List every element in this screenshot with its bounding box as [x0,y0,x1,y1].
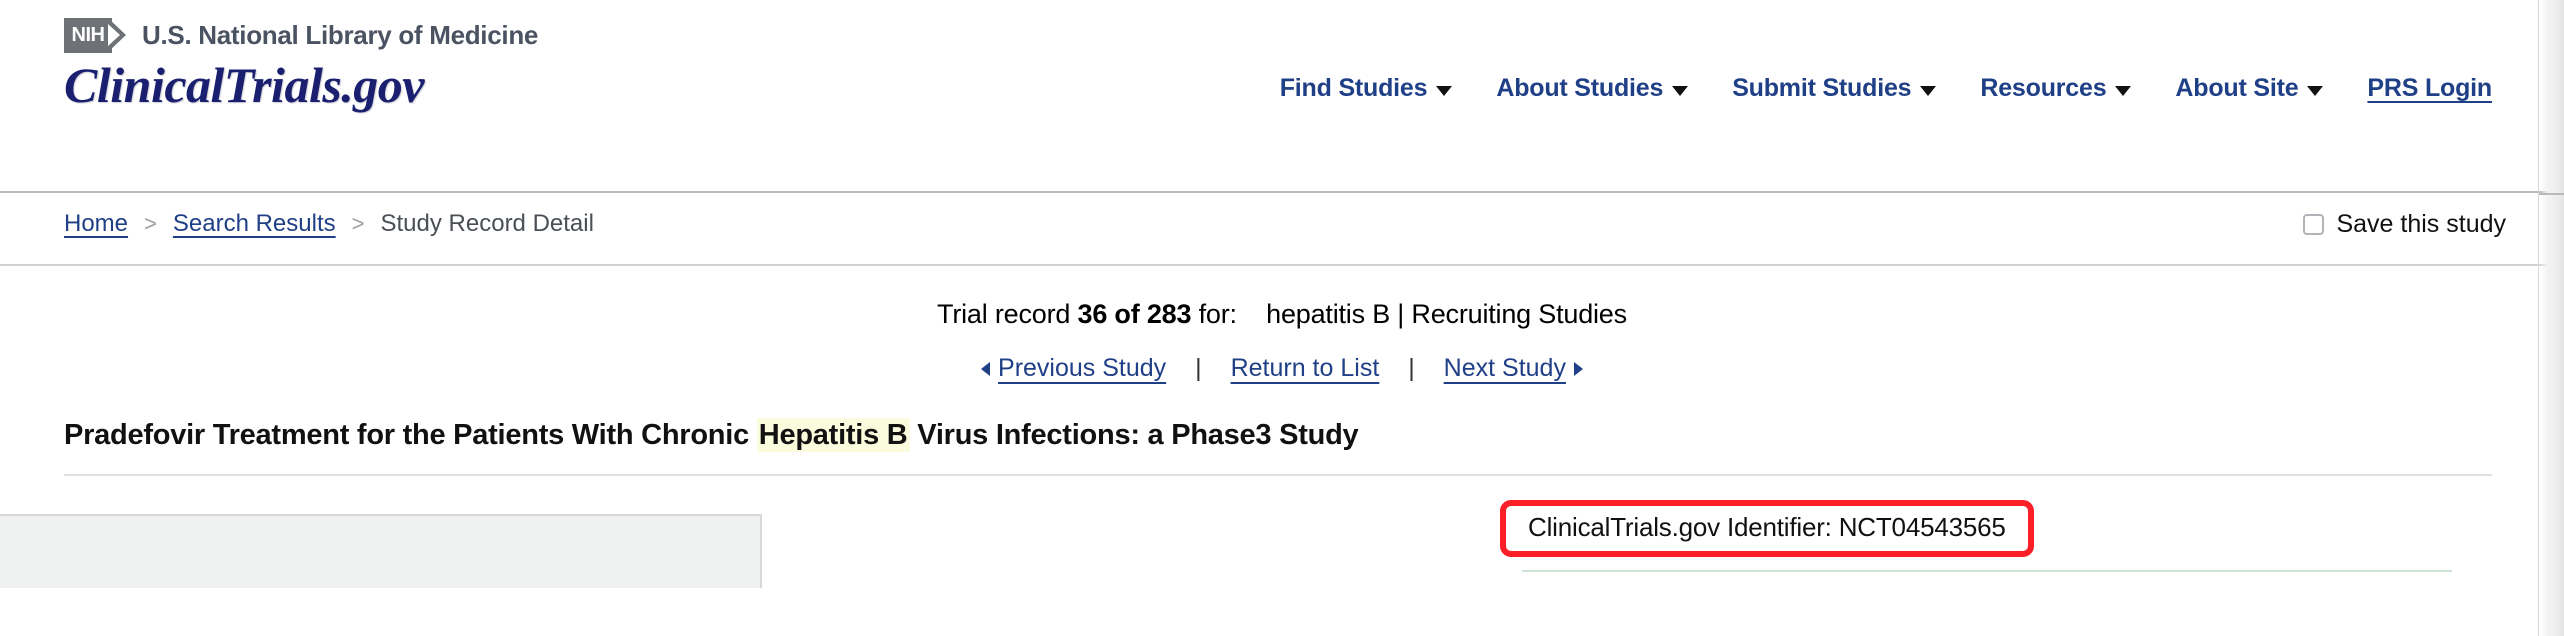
return-to-list-link[interactable]: Return to List [1231,354,1380,382]
record-prefix: Trial record [937,299,1071,329]
nav-separator: | [1408,354,1415,382]
breadcrumb-bar: Home > Search Results > Study Record Det… [0,193,2564,266]
study-title-part1: Pradefovir Treatment for the Patients Wi… [64,419,757,451]
nav-separator: | [1195,354,1202,382]
nih-logo-icon: NIH [64,17,126,53]
breadcrumb-separator: > [351,211,365,236]
nav-label-submit-studies: Submit Studies [1732,74,1912,102]
chevron-down-icon [1920,85,1937,96]
breadcrumb-separator: > [144,211,157,236]
title-divider [64,474,2492,476]
main-navigation: Find Studies About Studies Submit Studie… [1280,74,2492,103]
next-study-label: Next Study [1443,354,1566,382]
nav-item-find-studies[interactable]: Find Studies [1280,74,1453,103]
breadcrumb: Home > Search Results > Study Record Det… [64,210,594,238]
study-navigation: Previous Study | Return to List | Next S… [0,354,2564,383]
identifier-underline-rule [1522,570,2452,572]
nlm-line: NIH U.S. National Library of Medicine [64,17,538,53]
chevron-down-icon [1672,85,1689,96]
breadcrumb-current: Study Record Detail [380,210,594,237]
breadcrumb-search-results[interactable]: Search Results [173,210,336,238]
chevron-down-icon [2115,85,2132,96]
record-count: 36 of 283 [1077,299,1192,329]
nav-label-about-site: About Site [2175,74,2299,102]
page-title: Pradefovir Treatment for the Patients Wi… [64,418,2564,452]
nav-item-about-studies[interactable]: About Studies [1496,74,1689,103]
left-info-panel [0,514,762,588]
chevron-down-icon [2307,85,2324,96]
previous-study-label: Previous Study [998,354,1167,382]
nav-label-find-studies: Find Studies [1279,74,1428,102]
checkbox-unchecked-icon[interactable] [2303,214,2325,235]
site-logo[interactable]: ClinicalTrials.gov [64,57,538,115]
lower-section: ClinicalTrials.gov Identifier: NCT045435… [0,498,2564,588]
save-this-study-control[interactable]: Save this study [2303,210,2506,239]
clinicaltrials-identifier: ClinicalTrials.gov Identifier: NCT045435… [1528,512,2006,542]
chevron-down-icon [1436,85,1453,96]
previous-study-link[interactable]: Previous Study [981,354,1166,382]
next-study-link[interactable]: Next Study [1444,354,1583,382]
triangle-right-icon [1573,362,1583,376]
brand-block[interactable]: NIH U.S. National Library of Medicine Cl… [64,17,538,115]
site-header: NIH U.S. National Library of Medicine Cl… [0,0,2564,193]
nav-label-resources: Resources [1980,74,2107,102]
nih-logo-text: NIH [64,17,112,53]
identifier-annotation-box: ClinicalTrials.gov Identifier: NCT045435… [1500,500,2034,557]
nav-item-resources[interactable]: Resources [1980,74,2132,103]
nav-item-about-site[interactable]: About Site [2175,74,2324,103]
nav-item-prs-login[interactable]: PRS Login [2367,74,2492,103]
breadcrumb-home[interactable]: Home [64,210,128,238]
study-title-part2: Virus Infections: a Phase3 Study [909,419,1359,451]
organization-name: U.S. National Library of Medicine [142,19,539,50]
triangle-left-icon [981,362,991,376]
study-title-highlight: Hepatitis B [756,418,910,452]
record-for-label: for: [1198,299,1237,329]
save-this-study-label: Save this study [2336,210,2506,238]
nav-item-submit-studies[interactable]: Submit Studies [1732,74,1937,103]
nav-label-about-studies: About Studies [1496,74,1664,102]
trial-record-line: Trial record 36 of 283 for: hepatitis B … [0,266,2564,330]
record-query: hepatitis B | Recruiting Studies [1266,299,1627,329]
identifier-wrapper: ClinicalTrials.gov Identifier: NCT045435… [1500,500,2034,557]
main-content: Trial record 36 of 283 for: hepatitis B … [0,266,2564,588]
nih-chevron-inner-icon [108,23,120,46]
